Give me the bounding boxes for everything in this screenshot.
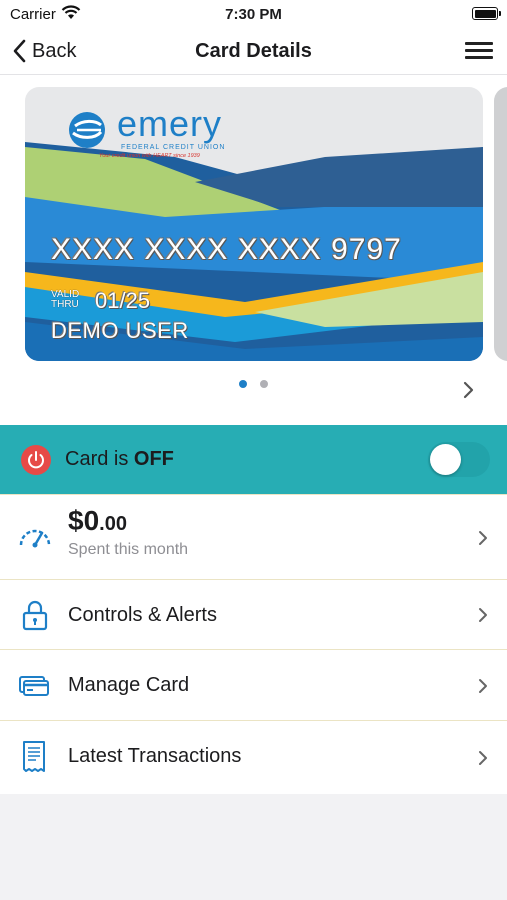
page-title: Card Details xyxy=(195,40,312,62)
page-dot-active xyxy=(239,380,247,388)
chevron-right-icon xyxy=(479,679,487,693)
valid-thru-label: VALID THRU xyxy=(51,289,80,310)
card-icon xyxy=(19,676,49,696)
bank-logo-subtitle: FEDERAL CREDIT UNION xyxy=(121,144,226,151)
speedometer-icon xyxy=(19,529,51,548)
status-bar: Carrier 7:30 PM xyxy=(0,0,507,28)
card-number: XXXX XXXX XXXX 9797 xyxy=(51,233,402,266)
spent-dollars: $0 xyxy=(68,505,100,536)
latest-transactions-row[interactable]: Latest Transactions xyxy=(0,720,507,794)
power-icon xyxy=(21,445,51,475)
nav-bar: Back Card Details xyxy=(0,28,507,75)
chevron-right-icon xyxy=(479,531,487,545)
manage-card-label: Manage Card xyxy=(68,674,190,696)
battery-icon xyxy=(472,7,501,20)
card-carousel[interactable]: emery FEDERAL CREDIT UNION Your credit u… xyxy=(0,75,507,425)
next-card-preview[interactable] xyxy=(494,87,507,361)
manage-card-row[interactable]: Manage Card xyxy=(0,649,507,721)
spent-amount: $0.00 xyxy=(68,505,127,537)
emery-logo-icon xyxy=(69,112,105,148)
chevron-right-icon xyxy=(479,608,487,622)
card-status-bar: Card is OFF xyxy=(0,425,507,494)
cardholder-name: DEMO USER xyxy=(51,318,189,343)
card-toggle-switch[interactable] xyxy=(428,442,490,477)
bank-logo-name: emery xyxy=(117,103,223,144)
chevron-right-icon[interactable] xyxy=(463,381,475,399)
spent-cents: .00 xyxy=(99,513,127,535)
spent-label: Spent this month xyxy=(68,541,189,558)
status-time: 7:30 PM xyxy=(225,6,282,23)
spending-row[interactable]: $0.00 Spent this month xyxy=(0,494,507,580)
card-expiry: 01/25 xyxy=(95,288,151,313)
controls-alerts-row[interactable]: Controls & Alerts xyxy=(0,579,507,650)
credit-card[interactable]: emery FEDERAL CREDIT UNION Your credit u… xyxy=(25,87,483,361)
lock-icon xyxy=(22,600,48,631)
latest-transactions-label: Latest Transactions xyxy=(68,745,242,767)
controls-alerts-label: Controls & Alerts xyxy=(68,604,217,626)
chevron-right-icon xyxy=(479,751,487,765)
hamburger-menu-icon[interactable] xyxy=(465,42,493,60)
bank-tagline: Your credit union with HEART since 1939 xyxy=(99,153,200,159)
card-status-state: OFF xyxy=(133,448,174,470)
switch-knob xyxy=(430,444,461,475)
card-status-label: Card is OFF xyxy=(65,448,174,470)
page-dot-inactive xyxy=(260,380,268,388)
receipt-icon xyxy=(23,741,45,772)
